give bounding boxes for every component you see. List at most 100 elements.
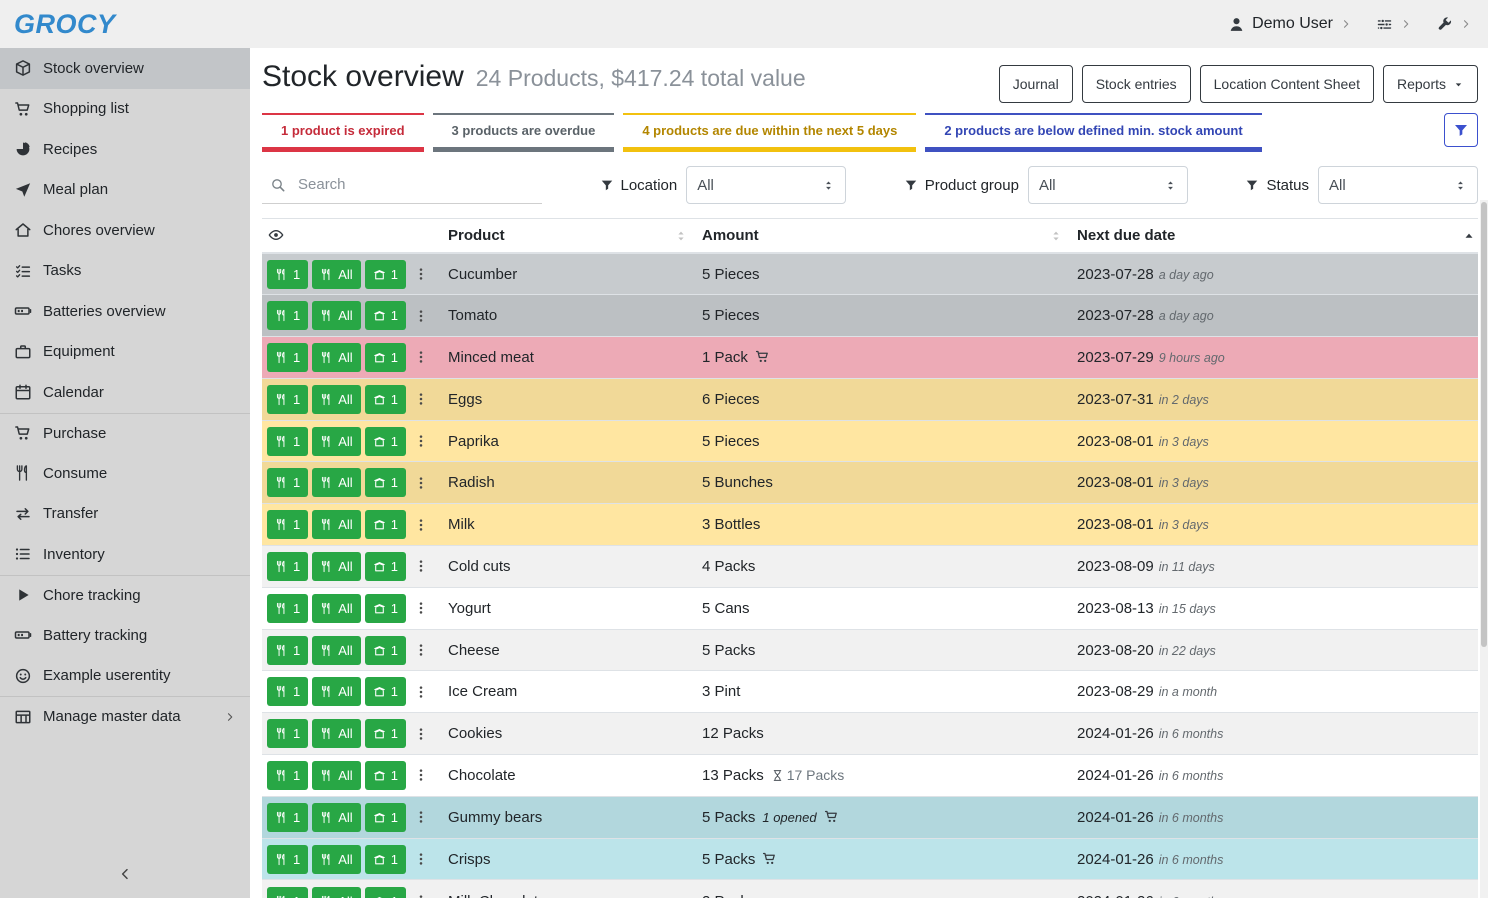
row-menu-button[interactable] [410, 600, 432, 616]
filter-select[interactable]: All [1028, 166, 1188, 204]
consume-one-button[interactable]: 1 [267, 260, 308, 289]
consume-all-button[interactable]: All [312, 636, 360, 665]
consume-all-button[interactable]: All [312, 761, 360, 790]
row-menu-button[interactable] [410, 266, 432, 282]
consume-one-button[interactable]: 1 [267, 427, 308, 456]
open-one-button[interactable]: 1 [365, 719, 406, 748]
search-input[interactable] [298, 176, 538, 193]
consume-one-button[interactable]: 1 [267, 552, 308, 581]
consume-all-button[interactable]: All [312, 427, 360, 456]
consume-all-button[interactable]: All [312, 887, 360, 898]
status-bar[interactable]: 4 products are due within the next 5 day… [623, 113, 916, 152]
sidebar-item[interactable]: Purchase [0, 413, 250, 454]
sidebar-item[interactable]: Tasks [0, 251, 250, 292]
open-one-button[interactable]: 1 [365, 594, 406, 623]
open-one-button[interactable]: 1 [365, 887, 406, 898]
status-bar[interactable]: 3 products are overdue [433, 113, 615, 152]
scrollbar-thumb[interactable] [1481, 202, 1487, 647]
open-one-button[interactable]: 1 [365, 385, 406, 414]
open-one-button[interactable]: 1 [365, 510, 406, 539]
consume-one-button[interactable]: 1 [267, 636, 308, 665]
filter-select[interactable]: All [1318, 166, 1478, 204]
consume-one-button[interactable]: 1 [267, 385, 308, 414]
sidebar-item[interactable]: Calendar [0, 372, 250, 413]
open-one-button[interactable]: 1 [365, 260, 406, 289]
row-menu-button[interactable] [410, 349, 432, 365]
consume-one-button[interactable]: 1 [267, 887, 308, 898]
open-one-button[interactable]: 1 [365, 845, 406, 874]
header-action-button[interactable]: Location Content Sheet [1200, 65, 1374, 103]
row-menu-button[interactable] [410, 809, 432, 825]
sidebar-item[interactable]: Stock overview [0, 48, 250, 89]
row-menu-button[interactable] [410, 893, 432, 898]
sidebar-item[interactable]: Recipes [0, 129, 250, 170]
column-header-due-date[interactable]: Next due date [1077, 219, 1478, 254]
consume-all-button[interactable]: All [312, 552, 360, 581]
row-menu-button[interactable] [410, 433, 432, 449]
user-menu[interactable]: Demo User [1228, 15, 1352, 33]
consume-all-button[interactable]: All [312, 845, 360, 874]
consume-all-button[interactable]: All [312, 468, 360, 497]
sidebar-item[interactable]: Example userentity [0, 656, 250, 697]
consume-one-button[interactable]: 1 [267, 677, 308, 706]
settings-menu[interactable] [1376, 16, 1412, 33]
open-one-button[interactable]: 1 [365, 677, 406, 706]
consume-all-button[interactable]: All [312, 594, 360, 623]
header-action-button[interactable]: Reports [1383, 65, 1478, 103]
open-one-button[interactable]: 1 [365, 761, 406, 790]
row-menu-button[interactable] [410, 391, 432, 407]
consume-one-button[interactable]: 1 [267, 468, 308, 497]
consume-all-button[interactable]: All [312, 260, 360, 289]
sidebar-item[interactable]: Chore tracking [0, 575, 250, 616]
open-one-button[interactable]: 1 [365, 301, 406, 330]
header-action-button[interactable]: Journal [999, 65, 1073, 103]
sidebar-item[interactable]: Transfer [0, 494, 250, 535]
open-one-button[interactable]: 1 [365, 636, 406, 665]
consume-one-button[interactable]: 1 [267, 761, 308, 790]
consume-all-button[interactable]: All [312, 719, 360, 748]
open-one-button[interactable]: 1 [365, 468, 406, 497]
app-logo[interactable]: GROCY [0, 9, 250, 40]
consume-all-button[interactable]: All [312, 677, 360, 706]
sidebar-collapse-button[interactable] [0, 850, 250, 898]
sidebar-item[interactable]: Battery tracking [0, 615, 250, 656]
sidebar-item[interactable]: Equipment [0, 332, 250, 373]
row-menu-button[interactable] [410, 726, 432, 742]
open-one-button[interactable]: 1 [365, 343, 406, 372]
sidebar-item[interactable]: Chores overview [0, 210, 250, 251]
column-visibility-toggle[interactable] [262, 219, 448, 254]
column-header-amount[interactable]: Amount [702, 219, 1077, 254]
consume-one-button[interactable]: 1 [267, 343, 308, 372]
consume-one-button[interactable]: 1 [267, 845, 308, 874]
sidebar-item[interactable]: Manage master data [0, 696, 250, 737]
consume-all-button[interactable]: All [312, 301, 360, 330]
row-menu-button[interactable] [410, 308, 432, 324]
row-menu-button[interactable] [410, 684, 432, 700]
row-menu-button[interactable] [410, 851, 432, 867]
sidebar-item[interactable]: Consume [0, 453, 250, 494]
column-header-product[interactable]: Product [448, 219, 702, 254]
consume-all-button[interactable]: All [312, 385, 360, 414]
clear-filters-button[interactable] [1444, 113, 1478, 147]
status-bar[interactable]: 1 product is expired [262, 113, 424, 152]
admin-menu[interactable] [1436, 16, 1472, 33]
sidebar-item[interactable]: Batteries overview [0, 291, 250, 332]
sidebar-item[interactable]: Meal plan [0, 170, 250, 211]
row-menu-button[interactable] [410, 517, 432, 533]
consume-all-button[interactable]: All [312, 803, 360, 832]
consume-one-button[interactable]: 1 [267, 719, 308, 748]
open-one-button[interactable]: 1 [365, 552, 406, 581]
row-menu-button[interactable] [410, 558, 432, 574]
sidebar-item[interactable]: Shopping list [0, 89, 250, 130]
header-action-button[interactable]: Stock entries [1082, 65, 1191, 103]
row-menu-button[interactable] [410, 642, 432, 658]
row-menu-button[interactable] [410, 475, 432, 491]
row-menu-button[interactable] [410, 767, 432, 783]
consume-one-button[interactable]: 1 [267, 510, 308, 539]
open-one-button[interactable]: 1 [365, 803, 406, 832]
consume-all-button[interactable]: All [312, 343, 360, 372]
consume-one-button[interactable]: 1 [267, 803, 308, 832]
open-one-button[interactable]: 1 [365, 427, 406, 456]
consume-one-button[interactable]: 1 [267, 594, 308, 623]
filter-select[interactable]: All [686, 166, 846, 204]
